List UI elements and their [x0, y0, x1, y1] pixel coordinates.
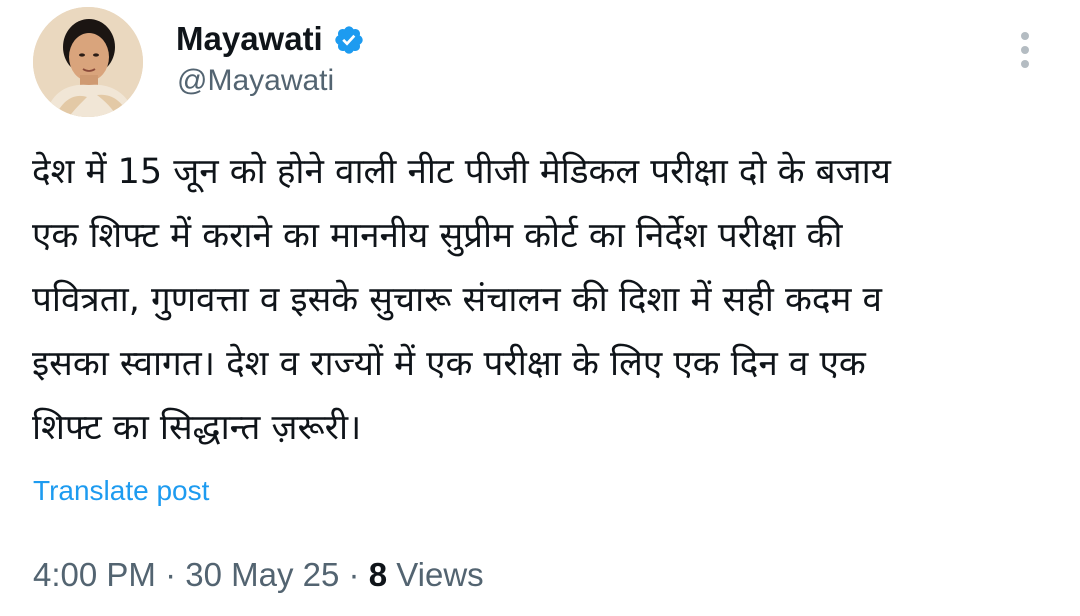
verified-badge-icon[interactable]	[333, 24, 365, 56]
more-vertical-icon	[1021, 32, 1029, 40]
author-handle[interactable]: @Mayawati	[177, 62, 334, 100]
more-vertical-icon-dot	[1021, 60, 1029, 68]
views-label[interactable]: Views	[396, 556, 483, 593]
post-date[interactable]: 30 May 25	[185, 556, 339, 593]
tweet-text-line: देश में 15 जून को होने वाली नीट पीजी मेड…	[32, 152, 891, 192]
tweet-text-line: शिफ्ट का सिद्धान्त ज़रूरी।	[32, 408, 362, 448]
more-vertical-icon-dot	[1021, 46, 1029, 54]
display-name[interactable]: Mayawati	[176, 18, 323, 60]
tweet-card: Mayawati @Mayawati देश में 15 जून को होन…	[0, 0, 1080, 616]
views-count[interactable]: 8	[369, 556, 387, 593]
tweet-text-line: इसका स्वागत। देश व राज्यों में एक परीक्ष…	[32, 344, 866, 384]
author-name-row: Mayawati	[176, 18, 365, 60]
tweet-meta: 4:00 PM · 30 May 25 · 8 Views	[33, 553, 484, 597]
tweet-text: देश में 15 जून को होने वाली नीट पीजी मेड…	[32, 140, 1052, 460]
tweet-text-line: पवित्रता, गुणवत्ता व इसके सुचारू संचालन …	[32, 280, 882, 320]
translate-post-link[interactable]: Translate post	[33, 472, 209, 510]
meta-separator: ·	[165, 556, 186, 593]
tweet-text-line: एक शिफ्ट में कराने का माननीय सुप्रीम कोर…	[32, 216, 843, 256]
profile-photo	[33, 7, 143, 117]
more-options-button[interactable]	[1010, 30, 1040, 70]
avatar[interactable]	[33, 7, 143, 117]
meta-separator: ·	[348, 556, 369, 593]
post-time[interactable]: 4:00 PM	[33, 556, 156, 593]
